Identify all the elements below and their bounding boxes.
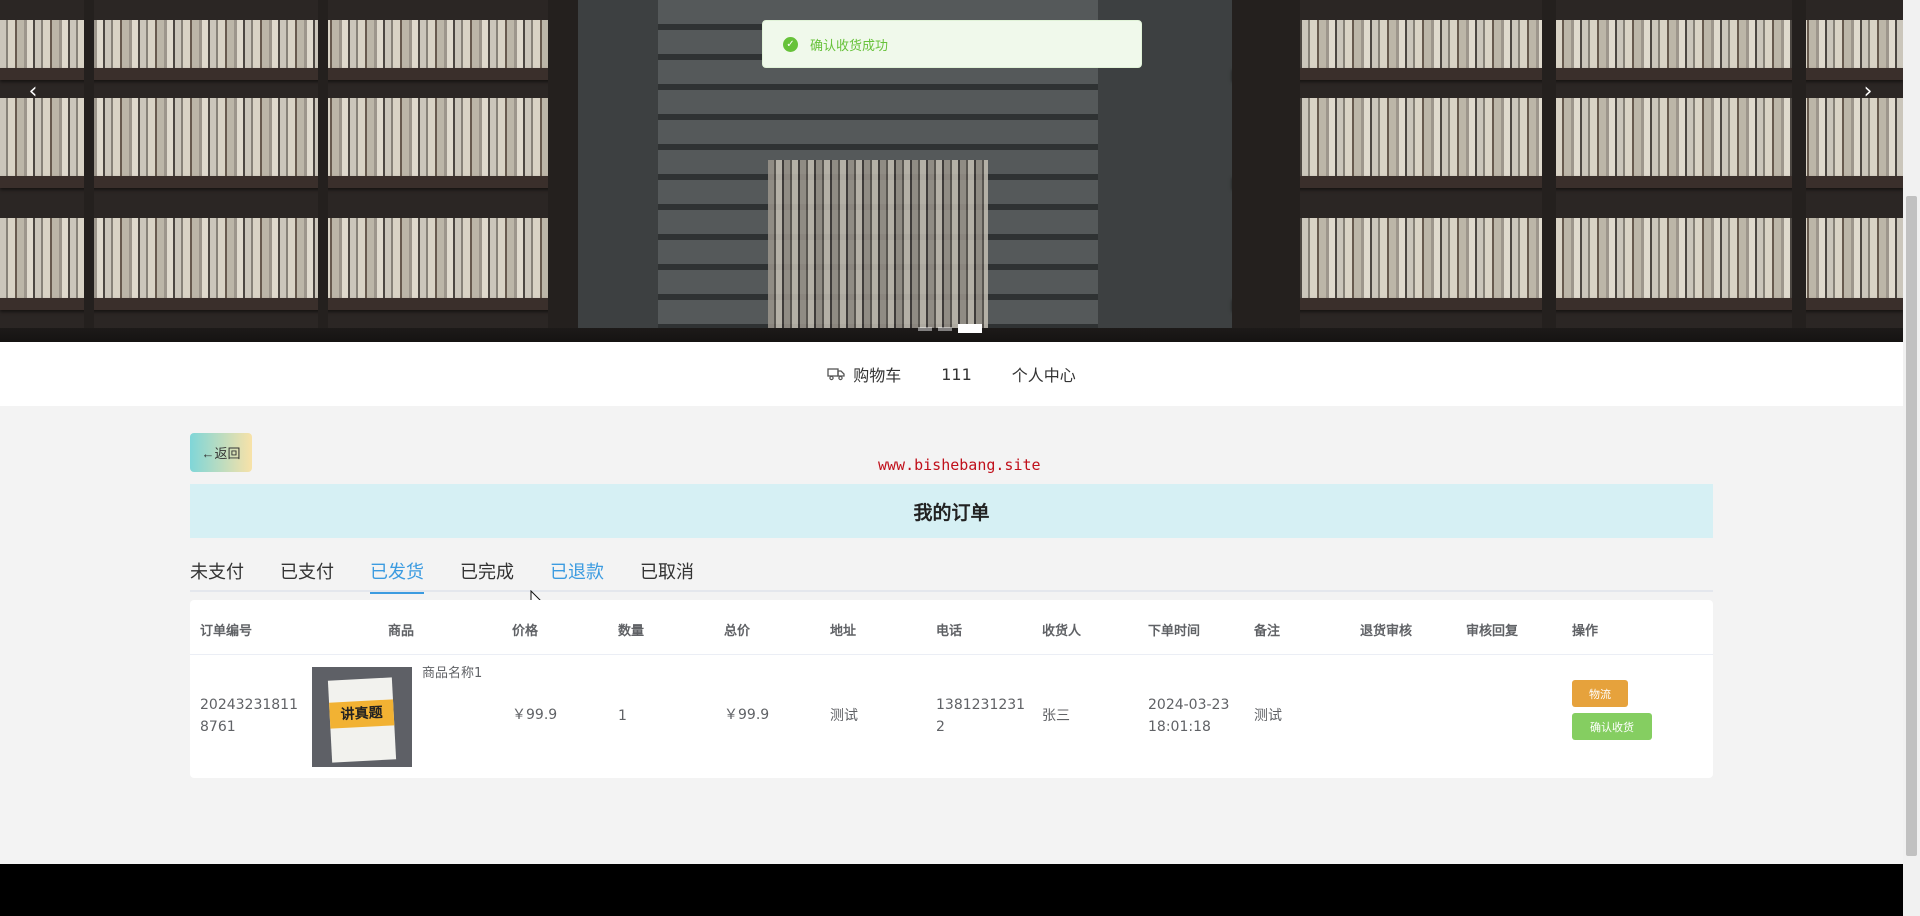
confirm-receipt-button[interactable]: 确认收货 [1572,713,1652,740]
page: ‹ › ✓ 确认收货成功 购物车 111 个人中心 ←返回 www.bisheb… [0,0,1920,916]
tab-refunded[interactable]: 已退款 [550,546,604,592]
remark-cell: 测试 [1254,708,1282,724]
order-time-line: 2024-03-23 [1148,697,1230,713]
column-header: 价格 [512,624,539,639]
chevron-right-icon[interactable]: › [1856,80,1880,104]
book-cover: 讲真题 [327,677,397,763]
receiver-cell: 张三 [1042,708,1070,724]
column-header: 电话 [936,624,963,639]
nav-item-profile[interactable]: 个人中心 [1012,362,1076,386]
nav-item-user[interactable]: 111 [941,365,972,384]
product-image: 讲真题 [312,667,412,767]
toast-message: 确认收货成功 [810,38,889,54]
carousel-dot-active[interactable] [958,324,982,333]
page-title: 我的订单 [913,501,990,524]
order-status-tabs: 未支付 已支付 已发货 已完成 已退款 已取消 [190,546,1713,594]
tab-completed[interactable]: 已完成 [460,546,514,592]
carousel-indicators [918,324,982,333]
phone-cell: 1381231231 2 [936,694,1025,738]
table-header: 订单编号 商品 价格 数量 总价 地址 电话 收货人 下单时间 备注 退货审核 … [190,600,1713,655]
watermark-text: www.bishebang.site [878,456,1041,474]
tab-paid[interactable]: 已支付 [280,546,334,592]
tab-unpaid[interactable]: 未支付 [190,546,244,592]
product-name: 商品名称1 [422,666,483,681]
check-circle-icon: ✓ [783,36,798,52]
column-header: 总价 [724,624,751,639]
column-header: 数量 [618,624,645,639]
main-content: ←返回 www.bishebang.site 我的订单 未支付 已支付 已发货 … [0,406,1903,852]
column-header: 退货审核 [1360,624,1413,639]
column-header: 收货人 [1042,624,1082,639]
total-cell: ￥99.9 [724,707,770,723]
success-toast: ✓ 确认收货成功 [762,20,1142,68]
nav-item-user-label: 111 [941,364,972,384]
order-number-cell: 20243231811 8761 [200,694,298,738]
truck-icon [827,368,845,381]
column-header: 商品 [388,624,415,639]
orders-table: 订单编号 商品 价格 数量 总价 地址 电话 收货人 下单时间 备注 退货审核 … [190,600,1713,778]
top-navbar: 购物车 111 个人中心 [0,342,1903,406]
tab-shipped[interactable]: 已发货 [370,546,424,594]
nav-item-cart-label: 购物车 [853,366,902,385]
bookshelf-left-image [0,0,578,342]
back-button[interactable]: ←返回 [190,433,252,472]
order-time-line: 18:01:18 [1148,719,1211,735]
scrollbar-thumb[interactable] [1906,196,1917,856]
carousel-dot[interactable] [918,327,932,331]
price-cell: ￥99.9 [512,707,558,723]
order-time-cell: 2024-03-23 18:01:18 [1148,694,1229,738]
phone-line: 1381231231 [936,697,1026,713]
chevron-left-icon[interactable]: ‹ [21,80,45,104]
carousel-dot[interactable] [938,327,952,331]
nav-item-cart[interactable]: 购物车 [827,362,901,386]
column-header: 下单时间 [1148,624,1201,639]
phone-line: 2 [936,719,945,735]
column-header: 备注 [1254,624,1281,639]
footer [0,864,1903,916]
address-cell: 测试 [830,708,858,724]
tab-cancelled[interactable]: 已取消 [640,546,694,592]
order-number-line: 8761 [200,719,236,735]
order-number-line: 20243231811 [200,697,298,713]
column-header: 订单编号 [200,624,253,639]
page-title-banner: 我的订单 [190,484,1713,538]
nav-item-profile-label: 个人中心 [1011,366,1076,385]
column-header: 地址 [830,624,857,639]
column-header: 审核回复 [1466,624,1519,639]
column-header: 操作 [1572,624,1599,639]
quantity-cell: 1 [618,708,627,724]
bookshelf-right-image [1232,0,1903,342]
logistics-button[interactable]: 物流 [1572,680,1628,707]
book-cover-title: 讲真题 [329,699,395,729]
